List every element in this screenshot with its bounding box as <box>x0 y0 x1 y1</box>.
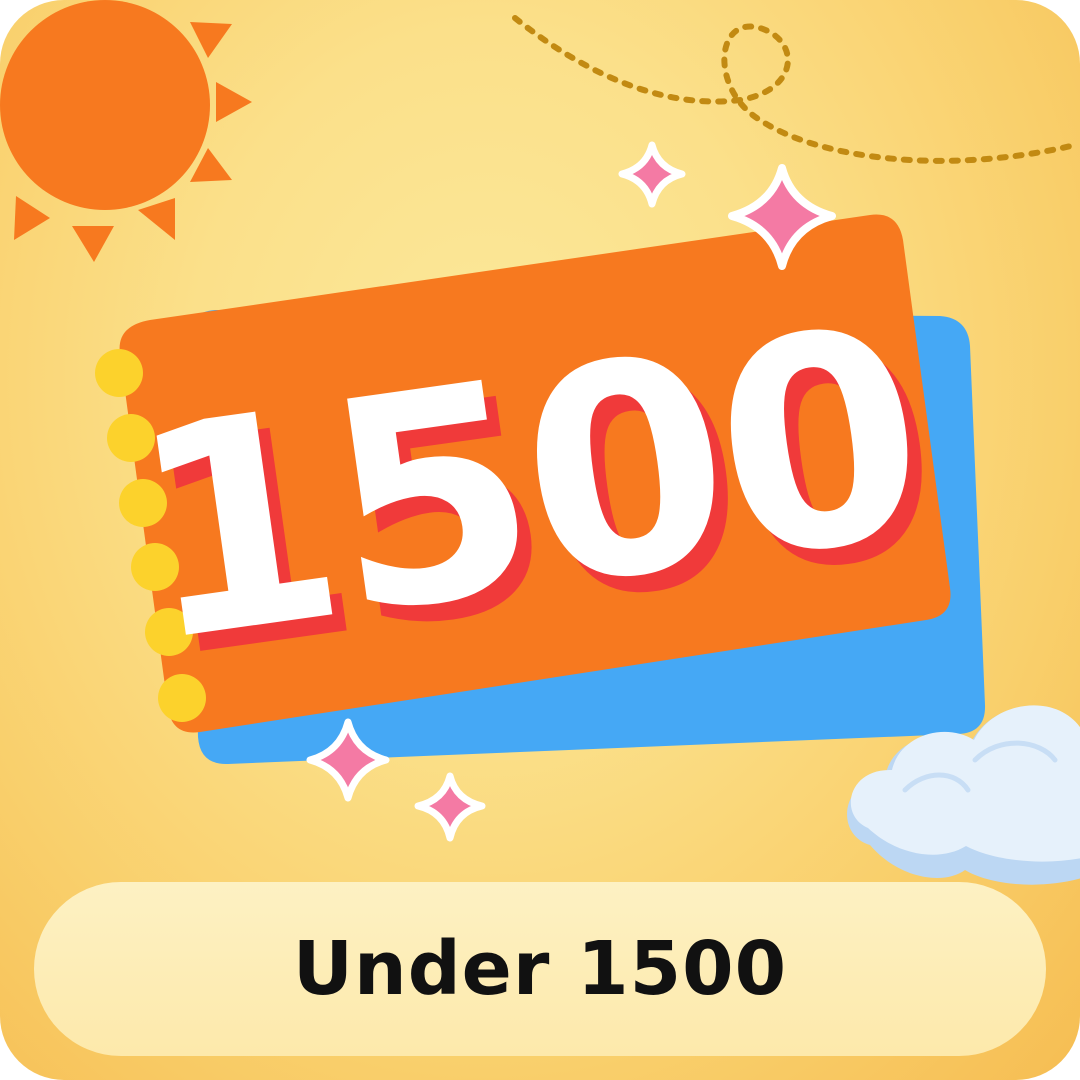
dotted-path <box>512 15 1078 164</box>
sparkle-icon <box>414 772 486 842</box>
sun-icon <box>0 0 252 262</box>
sparkle-icon <box>618 141 686 208</box>
label-pill[interactable]: Under 1500 <box>34 882 1046 1056</box>
category-tile[interactable]: 1500 1500 Under 1500 <box>0 0 1080 1080</box>
tile-label: Under 1500 <box>292 926 788 1012</box>
